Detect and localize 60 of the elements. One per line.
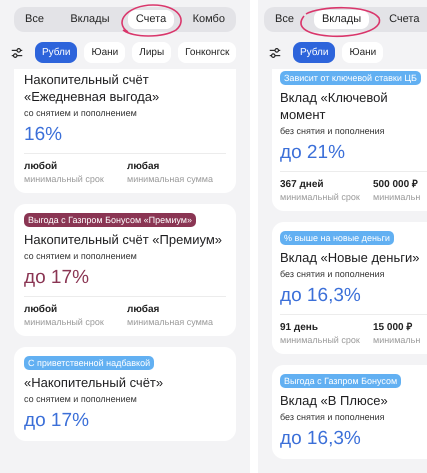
product-card[interactable]: Накопительный счёт «Ежедневная выгода» со снятием и пополнением 16% любой минимальный срок любая минимальная сумма: [14, 69, 236, 193]
card-subtitle: со снятием и пополнением: [24, 250, 138, 262]
interest-rate: до 16,3%: [280, 284, 362, 308]
term-label: минимальный срок: [24, 316, 105, 328]
product-card[interactable]: Выгода с Газпром Бонусом «Премиум» Накопительный счёт «Премиум» со снятием и пополнением до 17% любой минимальный срок любая минимальная сумма: [14, 204, 236, 336]
term-label: минимальная сумма: [127, 316, 213, 328]
promo-tag: С приветственной надбавкой: [24, 356, 154, 370]
term-value: 15 000 ₽: [373, 321, 414, 334]
filter-icon[interactable]: [268, 46, 282, 60]
promo-tag: Выгода с Газпром Бонусом «Премиум»: [24, 213, 196, 227]
term-value: любой: [24, 160, 58, 173]
card-subtitle: со снятием и пополнением: [24, 107, 138, 119]
tab[interactable]: Вклады: [62, 10, 118, 29]
product-card[interactable]: Зависит от ключевой ставки ЦБ Вклад «Ключевой момент без снятия и пополнения до 21% 367 дней минимальный срок 500 000 ₽ минимальн: [272, 69, 427, 211]
card-title: «Накопительный счёт»: [24, 374, 164, 391]
term-label: минимальный срок: [280, 334, 361, 346]
interest-rate: до 16,3%: [280, 427, 362, 451]
tab[interactable]: Все: [17, 10, 52, 29]
product-card[interactable]: Выгода с Газпром Бонусом Вклад «В Плюсе» без снятия и пополнения до 16,3%: [272, 365, 427, 459]
card-subtitle: со снятием и пополнением: [24, 393, 138, 405]
term-label: минимальный срок: [280, 191, 361, 203]
currency-chip[interactable]: Юани: [84, 42, 126, 63]
interest-rate: до 17%: [24, 266, 90, 290]
card-title: Вклад «В Плюсе»: [280, 392, 389, 409]
currency-chip[interactable]: Юани: [342, 42, 384, 63]
term-label: минимальная сумма: [127, 173, 213, 185]
product-card[interactable]: % выше на новые деньги Вклад «Новые деньги» без снятия и пополнения до 16,3% 91 день минимальный срок 15 000 ₽ минимальн: [272, 222, 427, 354]
tab[interactable]: Комбо: [184, 10, 233, 29]
term-label: минимальн: [373, 191, 420, 203]
tab[interactable]: Счета: [381, 10, 427, 29]
card-subtitle: без снятия и пополнения: [280, 268, 386, 280]
promo-tag: Зависит от ключевой ставки ЦБ: [280, 71, 421, 85]
filter-icon[interactable]: [10, 46, 24, 60]
card-title: Накопительный счёт «Ежедневная выгода»: [24, 71, 160, 105]
term-value: 500 000 ₽: [373, 178, 419, 191]
interest-rate: 16%: [24, 123, 64, 147]
card-title: Вклад «Новые деньги»: [280, 249, 420, 266]
promo-tag: Выгода с Газпром Бонусом: [280, 374, 402, 388]
interest-rate: до 17%: [24, 409, 90, 433]
term-value: 91 день: [280, 321, 319, 334]
interest-rate: до 21%: [280, 141, 346, 165]
currency-chip[interactable]: Рубли: [35, 42, 78, 63]
currency-chip[interactable]: Гонконгск: [178, 42, 236, 63]
term-value: 367 дней: [280, 178, 325, 191]
term-label: минимальн: [373, 334, 420, 346]
card-subtitle: без снятия и пополнения: [280, 125, 386, 137]
tab[interactable]: Вклады: [314, 10, 370, 29]
promo-tag: % выше на новые деньги: [280, 231, 394, 245]
term-label: минимальный срок: [24, 173, 105, 185]
card-title: Накопительный счёт «Премиум»: [24, 231, 224, 248]
tab[interactable]: Все: [267, 10, 302, 29]
term-value: любая: [127, 303, 160, 316]
card-subtitle: без снятия и пополнения: [280, 411, 386, 423]
product-card[interactable]: С приветственной надбавкой «Накопительный счёт» со снятием и пополнением до 17%: [14, 347, 236, 441]
tab[interactable]: Счета: [128, 10, 174, 29]
currency-chip[interactable]: Рубли: [293, 42, 336, 63]
term-value: любая: [127, 160, 160, 173]
currency-chip[interactable]: Лиры: [132, 42, 172, 63]
card-title: Вклад «Ключевой момент: [280, 89, 389, 123]
term-value: любой: [24, 303, 58, 316]
